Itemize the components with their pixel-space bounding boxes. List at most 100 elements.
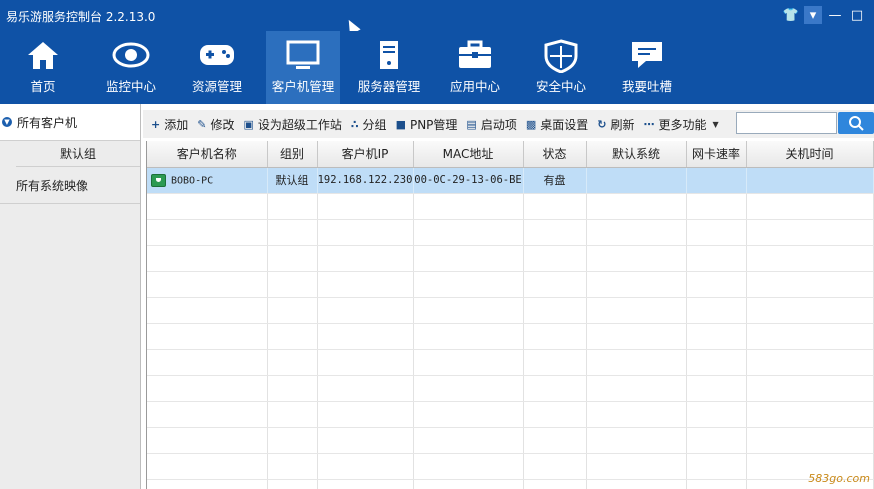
more-functions-button[interactable]: ⋯ 更多功能 ▼ [644, 116, 719, 133]
refresh-label: 刷新 [610, 117, 635, 132]
pnp-icon: ■ [395, 117, 406, 131]
add-label: 添加 [164, 117, 189, 132]
client-online-icon [151, 173, 166, 187]
nav-label: 应用中心 [449, 79, 500, 94]
nav-label: 资源管理 [191, 79, 242, 94]
column-header[interactable]: 客户机名称 [147, 141, 268, 168]
super-label: 设为超级工作站 [257, 117, 342, 132]
refresh-icon: ↻ [597, 117, 607, 131]
table-row [147, 193, 874, 220]
startup-button[interactable]: ▤ 启动项 [466, 116, 516, 133]
column-header[interactable]: 客户机IP [317, 141, 414, 168]
gamepad-icon [200, 45, 234, 65]
table-row [147, 427, 874, 454]
mac-cell: 00-0C-29-13-06-BE [413, 167, 524, 194]
nav-label: 服务器管理 [357, 79, 421, 94]
chat-icon [632, 42, 662, 68]
nav-label: 安全中心 [535, 79, 586, 94]
set-super-workstation-button[interactable]: ▣ 设为超级工作站 [243, 116, 341, 133]
tree-item-all-clients[interactable]: ▼ 所有客户机 [0, 104, 140, 141]
eye-icon [112, 42, 150, 68]
group-label: 分组 [362, 117, 387, 132]
column-header[interactable]: 组别 [267, 141, 318, 168]
skin-icon[interactable]: 👕 [782, 6, 800, 24]
list-icon: ▤ [466, 117, 477, 131]
more-label: 更多功能 [658, 117, 707, 132]
group-button[interactable]: ∴ 分组 [351, 116, 387, 133]
desktop-label: 桌面设置 [540, 117, 589, 132]
menu-icon[interactable]: ▾ [804, 6, 822, 24]
table-row [147, 349, 874, 376]
client-tree-sidebar: ▼ 所有客户机 默认组 所有系统映像 [0, 104, 141, 489]
pnp-label: PNP管理 [409, 117, 458, 132]
table-row [147, 401, 874, 428]
expand-icon[interactable]: ▼ [2, 117, 12, 127]
nav-monitor-center[interactable]: 监控中心 [94, 31, 168, 104]
nav-label: 首页 [30, 79, 56, 94]
more-icon: ⋯ [643, 117, 655, 131]
shutdown-cell [746, 167, 874, 194]
desktop-settings-button[interactable]: ▩ 桌面设置 [526, 116, 588, 133]
group-icon: ∴ [350, 117, 359, 131]
column-header[interactable]: 状态 [523, 141, 587, 168]
tree-item-all-images[interactable]: 所有系统映像 [0, 167, 140, 204]
table-header-row: 客户机名称 组别 客户机IP MAC地址 状态 默认系统 网卡速率 关机时间 [147, 141, 874, 168]
nav-security-center[interactable]: 安全中心 [524, 31, 598, 104]
tree-item-default-group[interactable]: 默认组 [16, 141, 140, 167]
nav-client-management[interactable]: 客户机管理 [266, 31, 340, 104]
column-header[interactable]: 关机时间 [746, 141, 874, 168]
caret-down-icon: ▼ [712, 119, 719, 129]
watermark: 583go.com [808, 472, 870, 485]
search-button[interactable] [838, 112, 874, 134]
nav-feedback[interactable]: 我要吐槽 [610, 31, 684, 104]
maximize-icon[interactable]: □ [848, 6, 866, 24]
add-button[interactable]: + 添加 [151, 116, 188, 133]
server-icon [380, 41, 398, 69]
plus-icon: + [151, 117, 161, 131]
nav-label: 我要吐槽 [621, 79, 672, 94]
minimize-icon[interactable]: — [826, 6, 844, 24]
table-row [147, 479, 874, 489]
table-row [147, 219, 874, 246]
pen-icon: ✎ [197, 117, 207, 131]
search-input[interactable] [736, 112, 837, 134]
client-name: BOBO-PC [171, 175, 214, 186]
table-row [147, 453, 874, 480]
workstation-icon: ▣ [243, 117, 254, 131]
refresh-button[interactable]: ↻ 刷新 [597, 116, 634, 133]
nav-server-management[interactable]: 服务器管理 [352, 31, 426, 104]
ip-cell: 192.168.122.230 [317, 167, 414, 194]
column-header[interactable]: MAC地址 [413, 141, 524, 168]
main-nav: 首页 监控中心 资源管理 客户机管理 服务器管理 应用中心 安全中心 我要吐槽 [0, 31, 874, 104]
client-table: 客户机名称 组别 客户机IP MAC地址 状态 默认系统 网卡速率 关机时间 B… [146, 141, 874, 489]
edit-label: 修改 [210, 117, 235, 132]
home-icon [28, 42, 58, 69]
table-row [147, 297, 874, 324]
search-icon [849, 116, 864, 131]
nav-label: 监控中心 [105, 79, 156, 94]
toolbox-icon [459, 40, 491, 68]
nav-resource[interactable]: 资源管理 [180, 31, 254, 104]
column-header[interactable]: 默认系统 [586, 141, 687, 168]
nav-label: 客户机管理 [271, 79, 335, 94]
table-row [147, 375, 874, 402]
speed-cell [686, 167, 747, 194]
table-row [147, 245, 874, 272]
tree-item-label: 所有系统映像 [16, 178, 89, 193]
client-name-cell: BOBO-PC [147, 167, 268, 194]
table-row [147, 271, 874, 298]
nav-app-center[interactable]: 应用中心 [438, 31, 512, 104]
shield-icon [544, 39, 578, 73]
window-title: 易乐游服务控制台 2.2.13.0 [6, 10, 156, 24]
status-cell: 有盘 [523, 167, 587, 194]
pnp-button[interactable]: ■ PNP管理 [396, 116, 458, 133]
nav-home[interactable]: 首页 [6, 31, 80, 104]
table-row [147, 323, 874, 350]
table-row[interactable]: BOBO-PC 默认组 192.168.122.230 00-0C-29-13-… [147, 167, 874, 194]
monitor-icon [286, 40, 320, 69]
startup-label: 启动项 [480, 117, 517, 132]
tree-item-label: 所有客户机 [17, 115, 78, 130]
tree-item-label: 默认组 [59, 147, 96, 161]
column-header[interactable]: 网卡速率 [686, 141, 747, 168]
edit-button[interactable]: ✎ 修改 [197, 116, 234, 133]
